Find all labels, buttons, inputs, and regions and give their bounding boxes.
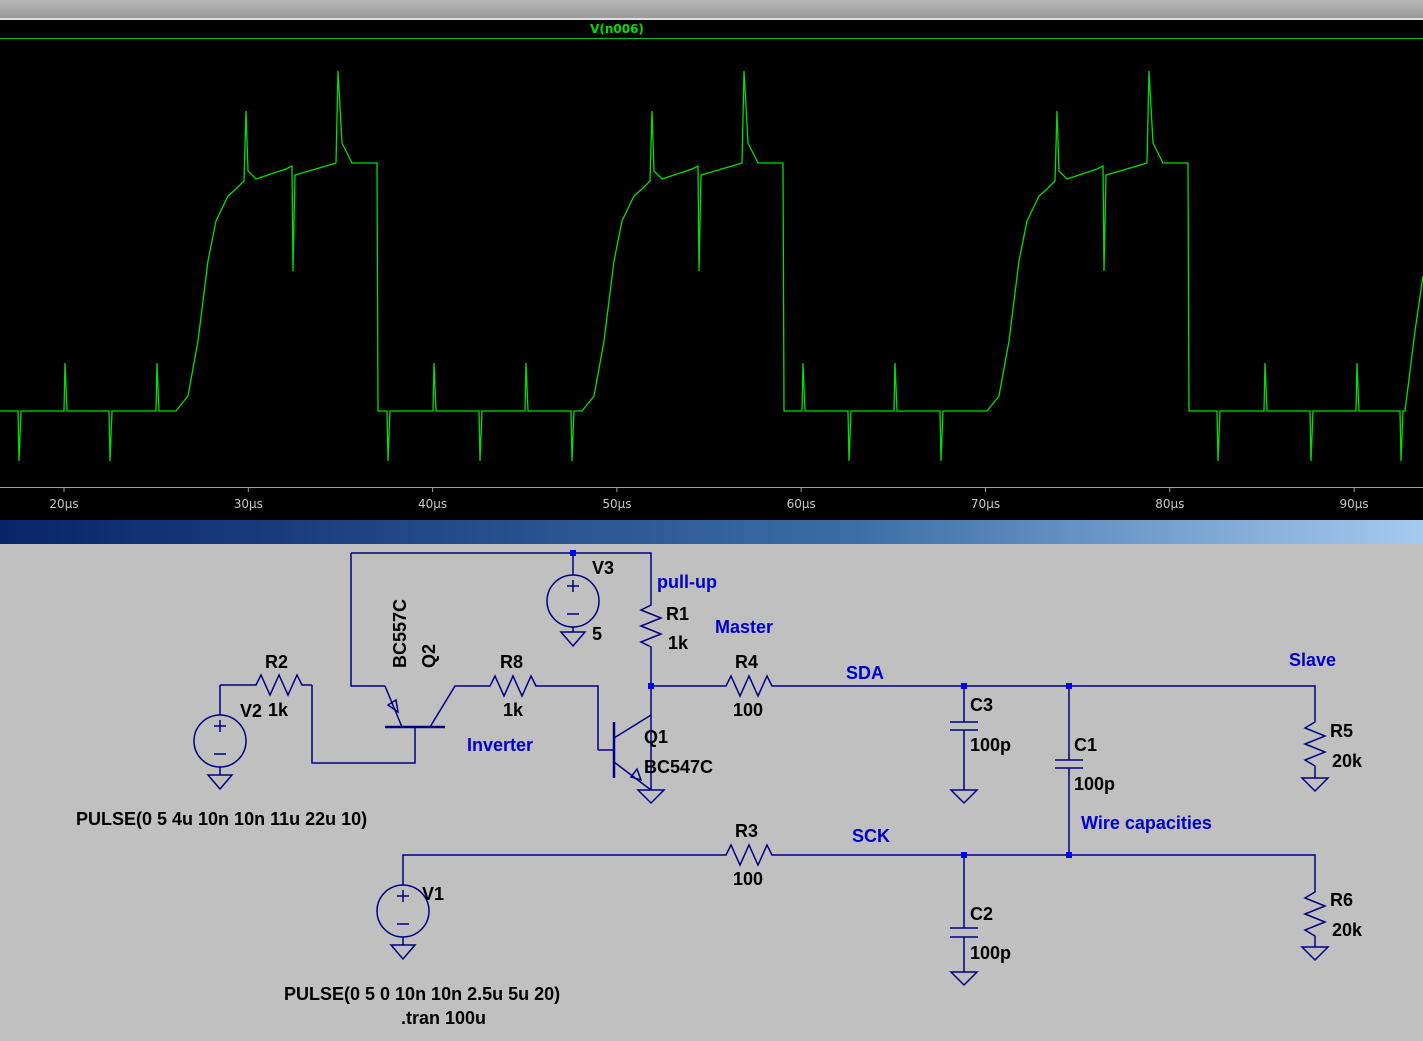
r4-value[interactable]: 100 (733, 700, 763, 720)
label-pull-up[interactable]: pull-up (657, 572, 717, 592)
x-tick-label: 40µs (418, 497, 447, 511)
x-tick-label: 70µs (971, 497, 1000, 511)
r1-name[interactable]: R1 (666, 604, 689, 624)
c3-name[interactable]: C3 (970, 695, 993, 715)
r2-name[interactable]: R2 (265, 652, 288, 672)
x-tick-label: 50µs (602, 497, 631, 511)
label-master[interactable]: Master (715, 617, 773, 637)
r1-value[interactable]: 1k (668, 633, 689, 653)
v2-symbol[interactable] (193, 714, 247, 775)
x-axis-ticks: 20µs 30µs 40µs 50µs 60µs 70µs 80µs 90µs (49, 487, 1369, 511)
tran-directive[interactable]: .tran 100u (401, 1008, 486, 1028)
x-tick-label: 30µs (234, 497, 263, 511)
waveform-window[interactable]: V(n006) 20µs 30µs 40µs 50µs 60µs 70µs 80µs 90µs (0, 0, 1423, 520)
x-tick-label: 90µs (1340, 497, 1369, 511)
ground-symbols (206, 631, 1330, 987)
q2-value[interactable]: BC557C (390, 599, 410, 668)
schematic-window[interactable]: V3 5 pull-up R1 1k Master R2 1k V2 BC557… (0, 520, 1423, 1041)
r6-name[interactable]: R6 (1330, 890, 1353, 910)
junction-dots (570, 550, 1072, 858)
r5-value[interactable]: 20k (1332, 751, 1363, 771)
v3-name[interactable]: V3 (592, 558, 614, 578)
label-wire-capacities[interactable]: Wire capacities (1081, 813, 1212, 833)
x-tick-label: 20µs (49, 497, 78, 511)
r3-value[interactable]: 100 (733, 869, 763, 889)
q1-value[interactable]: BC547C (644, 757, 713, 777)
c2-symbol[interactable] (950, 927, 978, 938)
c1-value[interactable]: 100p (1074, 774, 1115, 794)
r8-name[interactable]: R8 (500, 652, 523, 672)
r4-name[interactable]: R4 (735, 652, 758, 672)
v2-name[interactable]: V2 (240, 701, 262, 721)
r4-symbol[interactable] (720, 674, 776, 698)
v1-value[interactable]: PULSE(0 5 0 10n 10n 2.5u 5u 20) (284, 984, 560, 1004)
r3-symbol[interactable] (720, 843, 776, 867)
q1-name[interactable]: Q1 (644, 727, 668, 747)
label-inverter[interactable]: Inverter (467, 735, 533, 755)
c1-symbol[interactable] (1055, 759, 1083, 769)
trace-label[interactable]: V(n006) (590, 22, 644, 36)
trace-v-n006 (0, 70, 1423, 462)
q2-symbol[interactable] (384, 685, 445, 729)
c2-name[interactable]: C2 (970, 904, 993, 924)
q2-name[interactable]: Q2 (419, 644, 439, 668)
r2-symbol[interactable] (250, 673, 312, 697)
label-slave[interactable]: Slave (1289, 650, 1336, 670)
r6-symbol[interactable] (1302, 885, 1328, 944)
label-sda[interactable]: SDA (846, 663, 884, 683)
label-sck[interactable]: SCK (852, 826, 890, 846)
v2-value[interactable]: PULSE(0 5 4u 10n 10n 11u 22u 10) (76, 809, 367, 829)
c2-value[interactable]: 100p (970, 943, 1011, 963)
r2-value[interactable]: 1k (268, 700, 289, 720)
r3-name[interactable]: R3 (735, 821, 758, 841)
waveform-plot[interactable]: V(n006) 20µs 30µs 40µs 50µs 60µs 70µs 80µs 90µs (0, 0, 1423, 520)
r1-symbol[interactable] (638, 600, 664, 655)
wires (219, 552, 1316, 972)
r5-symbol[interactable] (1302, 715, 1328, 775)
schematic-canvas[interactable]: V3 5 pull-up R1 1k Master R2 1k V2 BC557… (0, 520, 1423, 1041)
r8-value[interactable]: 1k (503, 700, 524, 720)
r8-symbol[interactable] (485, 674, 540, 698)
x-tick-label: 80µs (1155, 497, 1184, 511)
r5-name[interactable]: R5 (1330, 721, 1353, 741)
v3-value[interactable]: 5 (592, 624, 602, 644)
v1-name[interactable]: V1 (422, 884, 444, 904)
r6-value[interactable]: 20k (1332, 920, 1363, 940)
x-tick-label: 60µs (787, 497, 816, 511)
c1-name[interactable]: C1 (1074, 735, 1097, 755)
c3-value[interactable]: 100p (970, 735, 1011, 755)
